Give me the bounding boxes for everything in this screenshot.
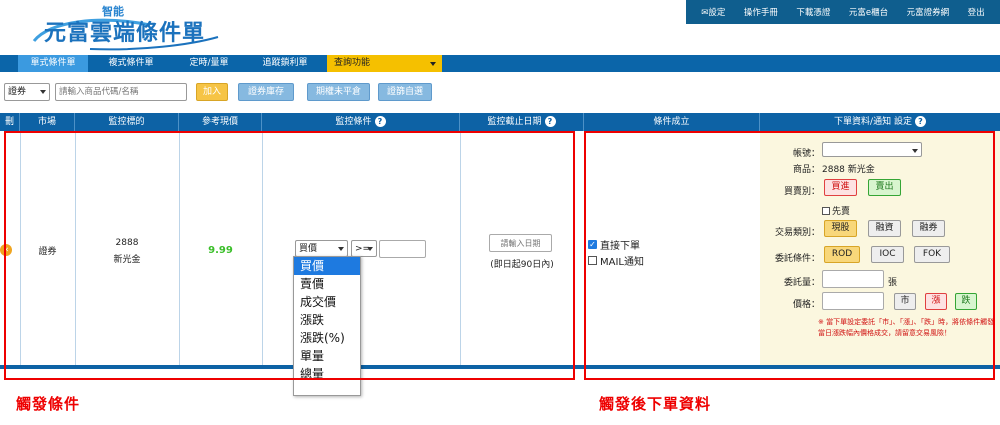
chevron-down-icon (40, 90, 46, 94)
nav-settings[interactable]: ✉設定 (701, 6, 725, 18)
nav-logout[interactable]: 登出 (968, 6, 985, 18)
nav-e-counter[interactable]: 元富e櫃台 (849, 6, 888, 18)
col-deadline: 監控截止日期? (460, 113, 584, 131)
search-input[interactable] (55, 83, 187, 101)
logo: 智能 元富雲端條件單 (30, 3, 220, 51)
tab-multi-condition[interactable]: 複式條件單 (96, 55, 166, 72)
col-order-info-label: 下單資料/通知 設定 (834, 117, 912, 127)
nav-manual[interactable]: 操作手冊 (744, 6, 778, 18)
nav-securities-site[interactable]: 元富證券網 (907, 6, 950, 18)
nav-download-cert[interactable]: 下載憑證 (796, 6, 830, 18)
self-select-button[interactable]: 證篩自選 (378, 83, 432, 101)
col-target: 監控標的 (75, 113, 179, 131)
help-icon[interactable]: ? (374, 116, 386, 127)
chevron-down-icon (430, 62, 436, 66)
futures-open-button[interactable]: 期權未平倉 (307, 83, 370, 101)
tab-trailing-stop[interactable]: 追蹤鎖利單 (250, 55, 320, 72)
col-triggered: 條件成立 (584, 113, 760, 131)
highlight-order-box (584, 131, 995, 380)
type-select-value: 證券 (8, 87, 27, 97)
col-delete: 刪 (0, 113, 20, 131)
col-ref-price: 參考現價 (179, 113, 262, 131)
top-nav: ✉設定 操作手冊 下載憑證 元富e櫃台 元富證券網 登出 (686, 0, 1000, 24)
annotation-trigger: 觸發條件 (16, 395, 81, 413)
add-button[interactable]: 加入 (196, 83, 228, 101)
tab-timed-order[interactable]: 定時/量單 (174, 55, 244, 72)
col-market: 市場 (20, 113, 75, 131)
highlight-trigger-box (4, 131, 575, 380)
help-icon[interactable]: ? (914, 116, 926, 127)
col-condition-label: 監控條件 (335, 117, 372, 127)
col-condition: 監控條件? (262, 113, 460, 131)
type-select[interactable]: 證券 (4, 83, 50, 101)
help-icon[interactable]: ? (544, 116, 556, 127)
inventory-button[interactable]: 證券庫存 (238, 83, 294, 101)
query-menu-label: 查詢功能 (334, 58, 371, 68)
annotation-order: 觸發後下單資料 (599, 395, 712, 413)
logo-text: 元富雲端條件單 (44, 21, 206, 46)
col-deadline-label: 監控截止日期 (487, 117, 542, 127)
tab-single-condition[interactable]: 單式條件單 (18, 55, 88, 72)
col-order-info: 下單資料/通知 設定? (760, 113, 1000, 131)
query-menu[interactable]: 查詢功能 (327, 55, 442, 72)
